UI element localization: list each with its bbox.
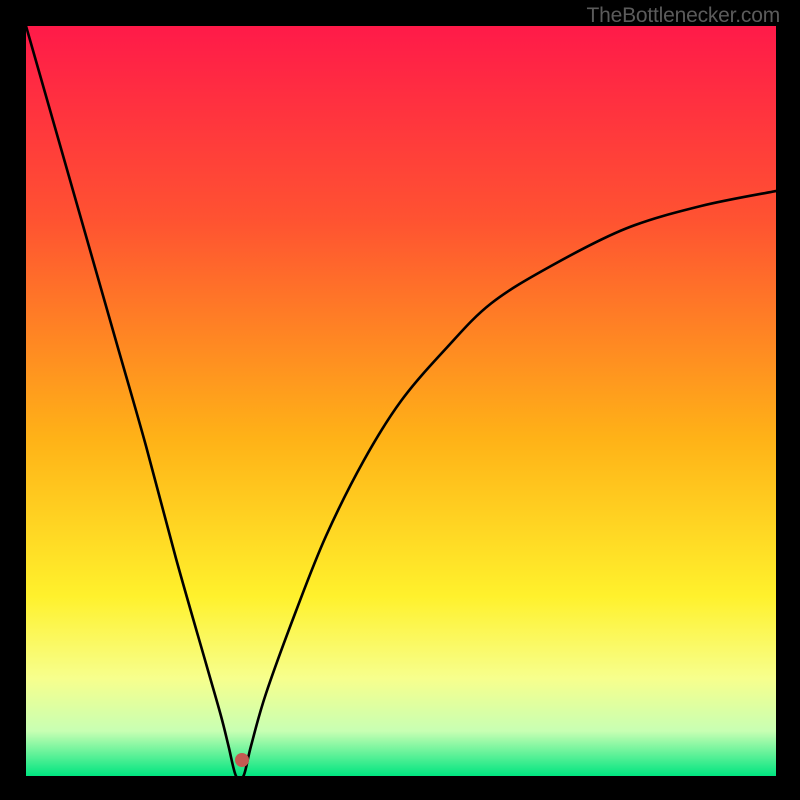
chart-plot-area	[26, 26, 776, 776]
minimum-marker-dot	[235, 753, 249, 767]
bottleneck-curve-path	[26, 26, 776, 776]
curve-svg	[26, 26, 776, 776]
attribution-text: TheBottlenecker.com	[587, 4, 780, 28]
